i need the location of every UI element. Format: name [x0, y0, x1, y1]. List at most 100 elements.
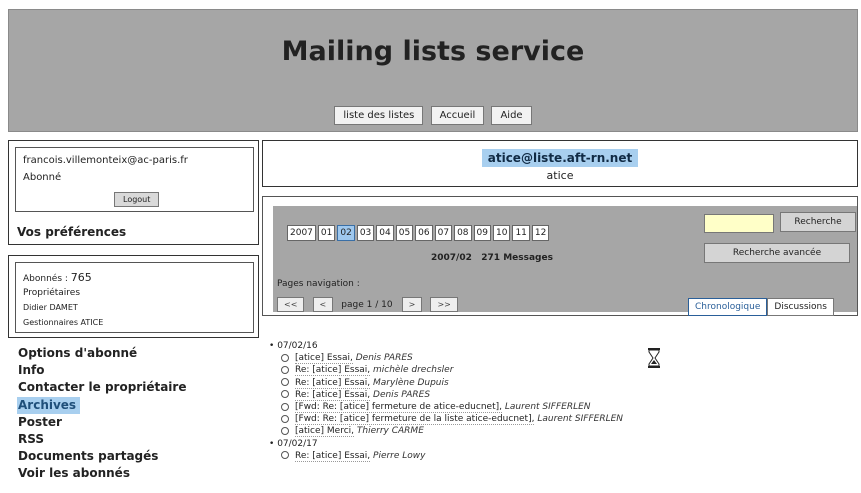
month-05[interactable]: 05	[395, 225, 414, 241]
pagination: << < page 1 / 10 > >>	[277, 292, 461, 312]
page-header: Mailing lists service liste des listes A…	[8, 9, 858, 132]
circle-bullet-icon	[281, 365, 289, 374]
list-item[interactable]: [atice] Merci, Thierry CARME	[269, 425, 623, 438]
menu-shared-docs[interactable]: Documents partagés	[17, 448, 186, 465]
message-subject[interactable]: Re: [atice] Essai,	[295, 365, 371, 377]
menu-contact-owner[interactable]: Contacter le propriétaire	[17, 379, 186, 396]
subscribers-label: Abonnés :	[23, 274, 68, 284]
list-title-box: atice@liste.aft-rn.net atice	[262, 140, 858, 187]
prev-page-button[interactable]: <	[312, 297, 334, 312]
list-address: atice@liste.aft-rn.net	[481, 149, 639, 167]
message-subject[interactable]: Re: [atice] Essai,	[295, 377, 371, 389]
tab-discussions[interactable]: Discussions	[767, 298, 834, 316]
circle-bullet-icon	[281, 402, 289, 411]
circle-bullet-icon	[281, 451, 289, 460]
message-author: Pierre Lowy	[373, 450, 426, 461]
circle-bullet-icon	[281, 414, 289, 423]
nav-help[interactable]: Aide	[491, 106, 532, 125]
list-address-row: atice@liste.aft-rn.net	[263, 147, 857, 167]
menu-info[interactable]: Info	[17, 362, 186, 379]
archive-toolbar: 2007 01 02 03 04 05 06 07 08 09 10 11 12…	[273, 206, 857, 316]
menu-view-subscribers[interactable]: Voir les abonnés	[17, 465, 186, 482]
menu-rss[interactable]: RSS	[17, 431, 186, 448]
month-04[interactable]: 04	[376, 225, 394, 241]
month-12[interactable]: 12	[531, 225, 550, 241]
nav-list-of-lists[interactable]: liste des listes	[334, 106, 424, 125]
month-10[interactable]: 10	[492, 225, 511, 241]
logout-button[interactable]: Logout	[114, 192, 160, 207]
tab-chronological[interactable]: Chronologique	[688, 298, 768, 316]
date-label: 07/02/17	[277, 438, 318, 449]
message-subject[interactable]: [Fwd: Re: [atice] fermeture de la liste …	[295, 414, 535, 426]
message-author: Denis PARES	[373, 389, 431, 400]
month-08[interactable]: 08	[454, 225, 472, 241]
list-name: atice	[546, 169, 574, 182]
menu-post[interactable]: Poster	[17, 414, 186, 431]
owner-name[interactable]: Didier DAMET	[23, 303, 78, 312]
month-selector: 2007 01 02 03 04 05 06 07 08 09 10 11 12	[287, 225, 551, 241]
month-02-selected[interactable]: 02	[337, 225, 355, 241]
search-input[interactable]	[704, 214, 774, 233]
list-info-panel: Abonnés : 765 Propriétaires Didier DAMET…	[15, 262, 254, 333]
message-author: Laurent SIFFERLEN	[504, 402, 591, 413]
advanced-search-button[interactable]: Recherche avancée	[704, 243, 850, 263]
list-info-box: Abonnés : 765 Propriétaires Didier DAMET…	[8, 255, 259, 338]
owners-label: Propriétaires	[23, 288, 81, 298]
date-label: 07/02/16	[277, 341, 318, 351]
menu-subscriber-options[interactable]: Options d'abonné	[17, 345, 186, 362]
message-author: Laurent SIFFERLEN	[537, 414, 624, 425]
login-panel: francois.villemonteix@ac-paris.fr Abonné…	[15, 147, 254, 212]
circle-bullet-icon	[281, 353, 289, 362]
user-box: francois.villemonteix@ac-paris.fr Abonné…	[8, 140, 259, 245]
bullet: •	[269, 438, 275, 449]
search-button[interactable]: Recherche	[780, 212, 856, 232]
top-nav: liste des listes Accueil Aide	[9, 106, 857, 125]
last-page-button[interactable]: >>	[430, 297, 458, 312]
summary-count: 271 Messages	[481, 253, 553, 263]
circle-bullet-icon	[281, 426, 289, 435]
year-link[interactable]: 2007	[287, 225, 316, 241]
month-06[interactable]: 06	[415, 225, 433, 241]
preferences-link[interactable]: Vos préférences	[17, 225, 126, 239]
date-group: • 07/02/16	[269, 340, 623, 352]
list-item[interactable]: Re: [atice] Essai, michèle drechsler	[269, 364, 623, 377]
list-menu: Options d'abonné Info Contacter le propr…	[17, 345, 186, 483]
view-tabs: Chronologique Discussions	[688, 294, 834, 316]
pages-nav-label: Pages navigation :	[277, 279, 360, 289]
month-01[interactable]: 01	[317, 225, 336, 241]
month-07[interactable]: 07	[434, 225, 453, 241]
next-page-button[interactable]: >	[401, 297, 423, 312]
message-subject[interactable]: [Fwd: Re: [atice] fermeture de atice-edu…	[295, 402, 502, 414]
message-list: • 07/02/16 [atice] Essai, Denis PARES Re…	[269, 340, 623, 462]
month-03[interactable]: 03	[356, 225, 375, 241]
menu-archives[interactable]: Archives	[17, 396, 80, 414]
list-item[interactable]: Re: [atice] Essai, Pierre Lowy	[269, 450, 623, 462]
list-item[interactable]: [Fwd: Re: [atice] fermeture de la liste …	[269, 413, 624, 426]
list-item[interactable]: Re: [atice] Essai, Denis PARES	[269, 389, 623, 401]
first-page-button[interactable]: <<	[277, 297, 305, 312]
month-09[interactable]: 09	[473, 225, 491, 241]
list-item[interactable]: [atice] Essai, Denis PARES	[269, 352, 623, 365]
message-subject[interactable]: [atice] Merci,	[295, 426, 355, 438]
summary-period: 2007/02	[431, 253, 472, 263]
message-author: Denis PARES	[355, 353, 413, 364]
page-indicator: page 1 / 10	[341, 300, 393, 310]
user-status: Abonné	[23, 172, 62, 183]
managers-label: Gestionnaires ATICE	[23, 318, 104, 327]
list-item[interactable]: Re: [atice] Essai, Marylène Dupuis	[269, 377, 623, 389]
nav-home[interactable]: Accueil	[430, 106, 485, 125]
list-item[interactable]: [Fwd: Re: [atice] fermeture de atice-edu…	[269, 401, 623, 414]
message-subject[interactable]: [atice] Essai,	[295, 353, 353, 365]
subscribers-count: 765	[70, 271, 92, 284]
circle-bullet-icon	[281, 378, 289, 387]
message-subject[interactable]: Re: [atice] Essai,	[295, 450, 371, 462]
archive-panel: 2007 01 02 03 04 05 06 07 08 09 10 11 12…	[262, 196, 858, 316]
month-11[interactable]: 11	[512, 225, 530, 241]
date-group: • 07/02/17	[269, 438, 623, 450]
subscribers-row: Abonnés : 765	[23, 271, 92, 284]
message-subject[interactable]: Re: [atice] Essai,	[295, 389, 371, 401]
bullet: •	[269, 341, 275, 351]
circle-bullet-icon	[281, 390, 289, 399]
hourglass-icon	[647, 348, 661, 372]
message-author: Thierry CARME	[356, 426, 424, 437]
